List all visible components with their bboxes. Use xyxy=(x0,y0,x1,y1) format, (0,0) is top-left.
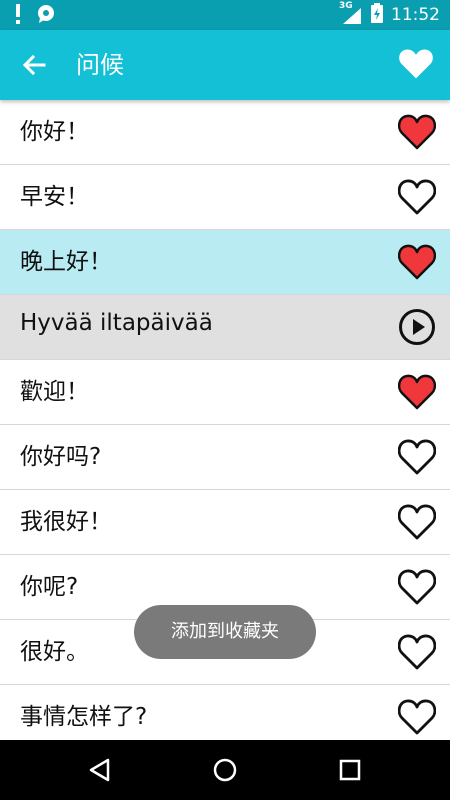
phrase-text: 你好吗? xyxy=(20,444,102,470)
phrase-text: 事情怎样了? xyxy=(20,704,148,730)
clock: 11:52 xyxy=(391,5,440,25)
arrow-left-icon[interactable] xyxy=(20,51,48,79)
phrase-row[interactable]: 事情怎样了? xyxy=(0,685,450,740)
recents-square-icon[interactable] xyxy=(336,756,364,784)
message-icon xyxy=(36,4,56,28)
phrase-row[interactable]: Hyvää iltapäivää xyxy=(0,295,450,360)
heart-outline-icon[interactable] xyxy=(397,503,437,541)
phrase-text: 歡迎！ xyxy=(20,379,89,405)
heart-outline-icon[interactable] xyxy=(397,568,437,606)
phrase-text: 我很好！ xyxy=(20,509,112,535)
play-icon[interactable] xyxy=(398,308,436,346)
phrase-text: Hyvää iltapäivää xyxy=(20,310,213,336)
page-title: 问候 xyxy=(76,51,124,79)
phrase-text: 早安！ xyxy=(20,184,89,210)
back-triangle-icon[interactable] xyxy=(86,756,114,784)
phrase-row[interactable]: 早安！ xyxy=(0,165,450,230)
toast: 添加到收藏夹 xyxy=(134,605,316,659)
phrase-text: 你好！ xyxy=(20,119,89,145)
heart-outline-icon[interactable] xyxy=(397,178,437,216)
heart-outline-icon[interactable] xyxy=(397,698,437,736)
heart-filled-icon[interactable] xyxy=(397,243,437,281)
app-bar: 问候 xyxy=(0,30,450,100)
phrase-row[interactable]: 我很好！ xyxy=(0,490,450,555)
phrase-row[interactable]: 晚上好！ xyxy=(0,230,450,295)
heart-filled-icon[interactable] xyxy=(398,47,434,81)
phrase-row[interactable]: 你好！ xyxy=(0,100,450,165)
heart-outline-icon[interactable] xyxy=(397,438,437,476)
navigation-bar xyxy=(0,740,450,800)
phrase-text: 很好。 xyxy=(20,639,89,665)
heart-outline-icon[interactable] xyxy=(397,633,437,671)
phrase-text: 你呢? xyxy=(20,574,79,600)
battery-icon xyxy=(371,2,383,28)
signal-icon: 3G xyxy=(339,1,363,26)
phrase-row[interactable]: 你好吗? xyxy=(0,425,450,490)
home-circle-icon[interactable] xyxy=(211,756,239,784)
phrase-text: 晚上好！ xyxy=(20,249,112,275)
status-bar: 3G 11:52 xyxy=(0,0,450,30)
heart-filled-icon[interactable] xyxy=(397,373,437,411)
phrase-row[interactable]: 歡迎！ xyxy=(0,360,450,425)
heart-filled-icon[interactable] xyxy=(397,113,437,151)
alert-icon xyxy=(14,4,22,28)
